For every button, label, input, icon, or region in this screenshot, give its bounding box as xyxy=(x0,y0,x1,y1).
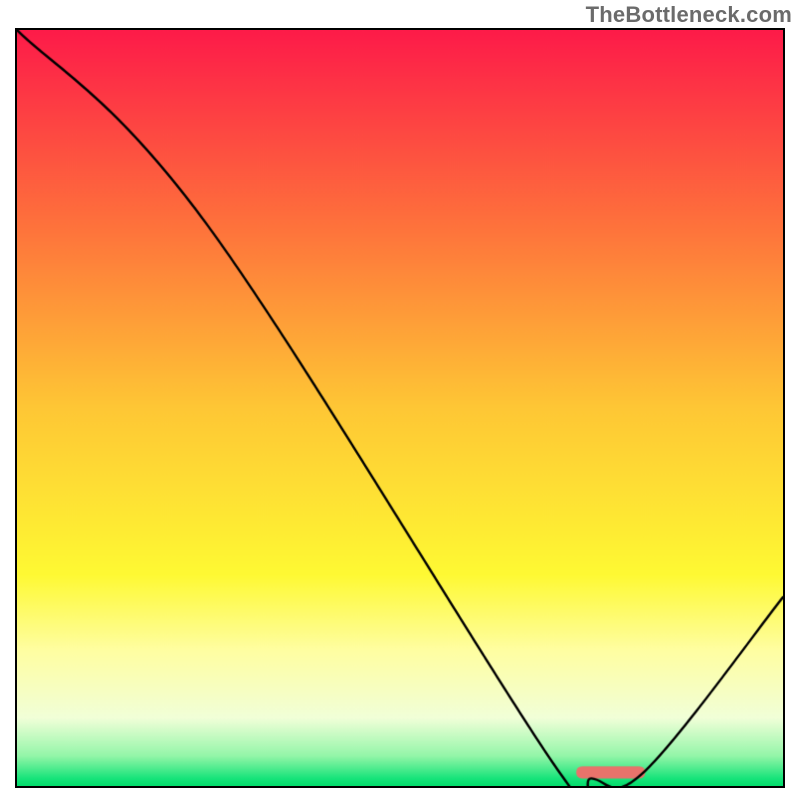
bottleneck-chart xyxy=(17,30,783,786)
chart-container xyxy=(15,28,785,788)
watermark-text: TheBottleneck.com xyxy=(586,2,792,28)
